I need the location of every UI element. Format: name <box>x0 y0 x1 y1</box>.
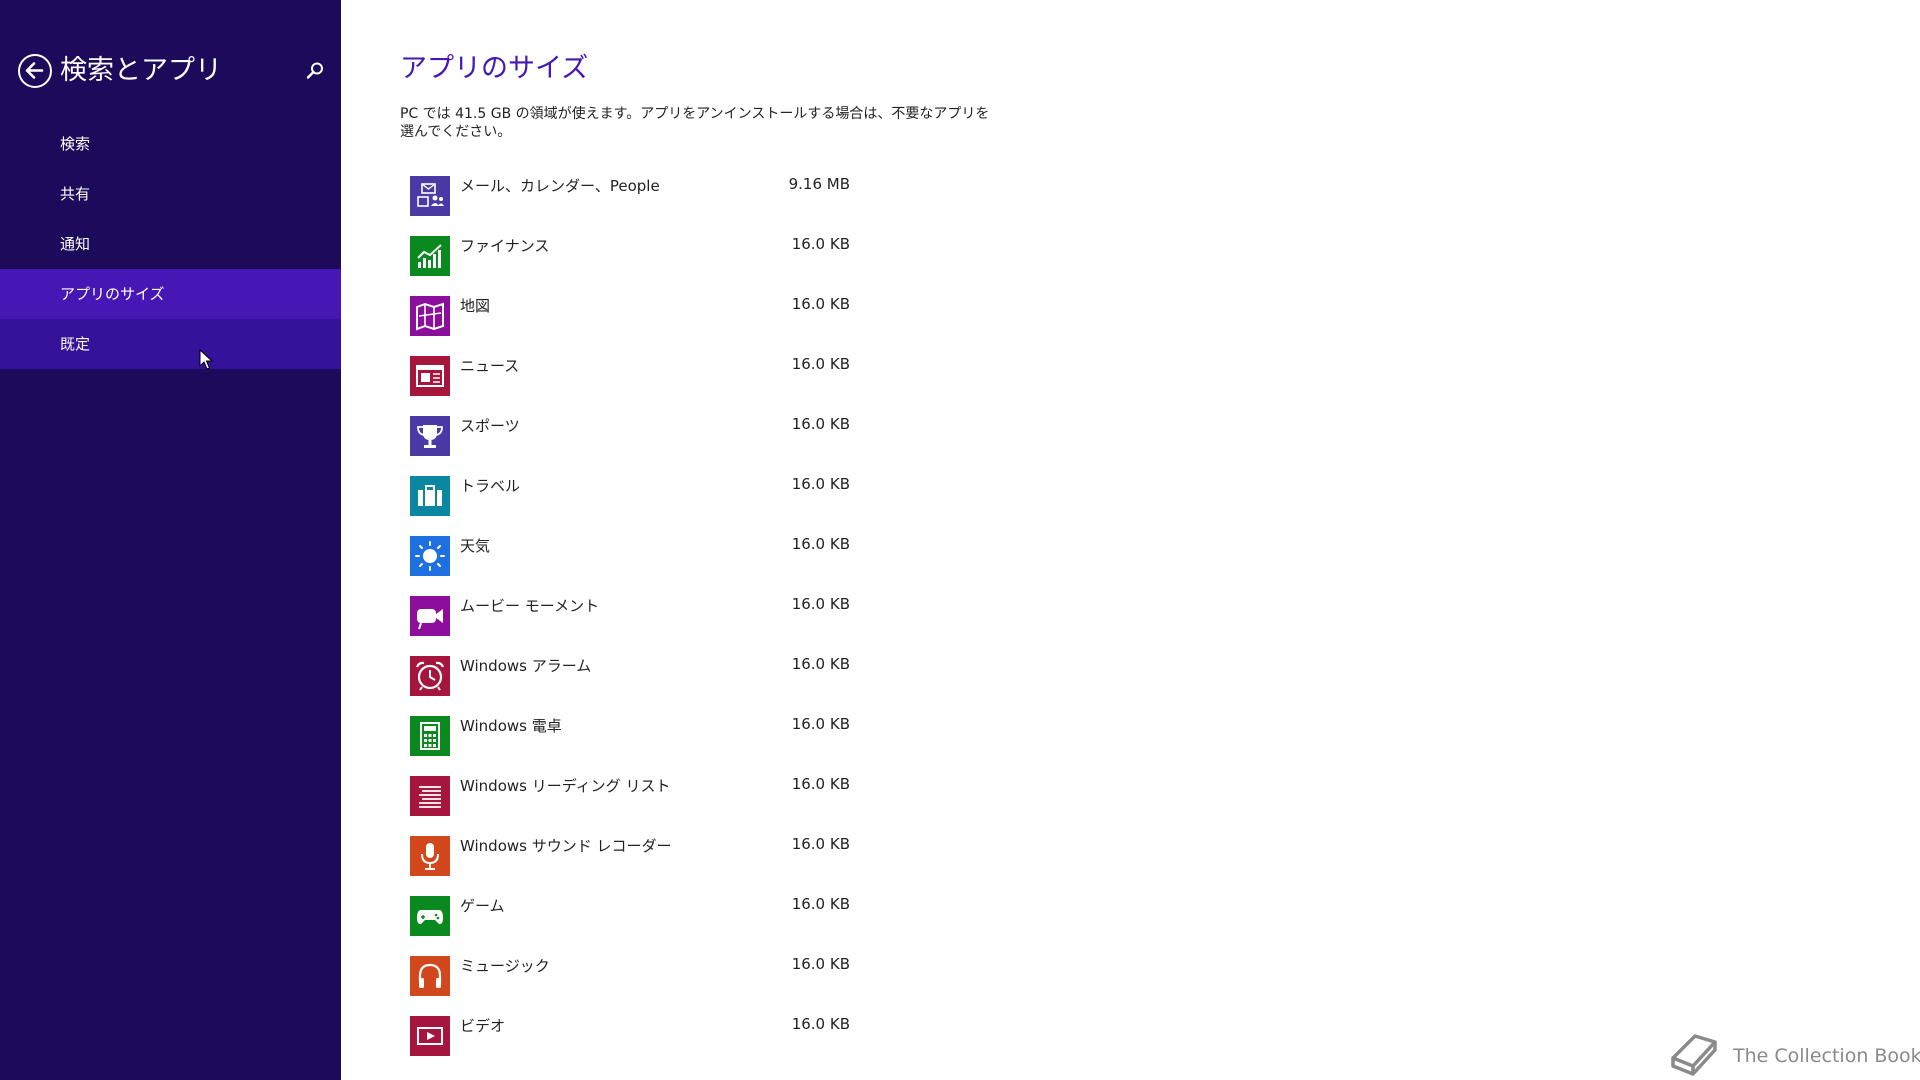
calculator-icon <box>410 716 450 756</box>
app-name: ムービー モーメント <box>460 597 600 615</box>
app-name: Windows サウンド レコーダー <box>460 837 672 855</box>
search-button[interactable] <box>304 60 326 82</box>
search-icon <box>306 62 323 79</box>
app-size: 16.0 KB <box>791 475 850 493</box>
sun-icon <box>410 536 450 576</box>
game-controller-icon <box>410 896 450 936</box>
page-title: アプリのサイズ <box>400 53 589 84</box>
app-name: スポーツ <box>460 417 520 435</box>
app-name: メール、カレンダー、People <box>460 177 660 195</box>
storage-description: PC では 41.5 GB の領域が使えます。アプリをアンインストールする場合は… <box>400 106 990 140</box>
app-size: 16.0 KB <box>791 595 850 613</box>
book-icon <box>1671 1034 1717 1076</box>
sidebar-item-defaults[interactable]: 既定 <box>0 319 341 369</box>
map-icon <box>410 296 450 336</box>
app-row[interactable]: Windows リーディング リスト 16.0 KB <box>410 772 850 832</box>
app-name: ゲーム <box>460 897 505 915</box>
app-row[interactable]: ムービー モーメント 16.0 KB <box>410 592 850 652</box>
app-row[interactable]: 地図 16.0 KB <box>410 292 850 352</box>
video-icon <box>410 1016 450 1056</box>
app-name: ビデオ <box>460 1017 506 1035</box>
app-name: トラベル <box>460 477 521 495</box>
app-size: 16.0 KB <box>791 895 850 913</box>
app-row[interactable]: Windows サウンド レコーダー 16.0 KB <box>410 832 850 892</box>
app-row[interactable]: ニュース 16.0 KB <box>410 352 850 412</box>
mouse-pointer-icon <box>199 349 213 370</box>
app-size: 16.0 KB <box>791 295 850 313</box>
sidebar-item-search[interactable]: 検索 <box>0 119 341 169</box>
app-size: 16.0 KB <box>791 955 850 973</box>
suitcase-icon <box>410 476 450 516</box>
app-row[interactable]: ミュージック 16.0 KB <box>410 952 850 1012</box>
settings-sidebar: 検索とアプリ 検索 共有 通知 アプリのサイズ 既定 <box>0 0 341 1080</box>
app-row[interactable]: ゲーム 16.0 KB <box>410 892 850 952</box>
trophy-icon <box>410 416 450 456</box>
back-arrow-icon <box>25 62 44 79</box>
app-row[interactable]: スポーツ 16.0 KB <box>410 412 850 472</box>
app-size: 16.0 KB <box>791 535 850 553</box>
sidebar-nav: 検索 共有 通知 アプリのサイズ 既定 <box>0 119 341 369</box>
app-size: 16.0 KB <box>791 355 850 373</box>
app-row[interactable]: 天気 16.0 KB <box>410 532 850 592</box>
mail-people-icon <box>410 176 450 216</box>
back-button[interactable] <box>18 54 52 88</box>
app-name: ミュージック <box>460 957 550 975</box>
app-name: Windows 電卓 <box>460 717 562 735</box>
app-row[interactable]: ファイナンス 16.0 KB <box>410 232 850 292</box>
app-size: 16.0 KB <box>791 775 850 793</box>
app-list: メール、カレンダー、People 9.16 MB ファイナンス 16.0 KB <box>410 172 850 1072</box>
sidebar-item-app-sizes[interactable]: アプリのサイズ <box>0 269 341 319</box>
app-size: 16.0 KB <box>791 1015 850 1033</box>
sidebar-title: 検索とアプリ <box>60 55 222 86</box>
app-name: ファイナンス <box>460 237 550 255</box>
headphones-icon <box>410 956 450 996</box>
alarm-clock-icon <box>410 656 450 696</box>
finance-chart-icon <box>410 236 450 276</box>
app-name: Windows リーディング リスト <box>460 777 671 795</box>
microphone-icon <box>410 836 450 876</box>
app-size: 16.0 KB <box>791 835 850 853</box>
video-camera-icon <box>410 596 450 636</box>
app-name: 地図 <box>460 297 491 315</box>
sidebar-header: 検索とアプリ <box>18 52 328 92</box>
app-size: 16.0 KB <box>791 655 850 673</box>
app-size: 9.16 MB <box>788 175 850 193</box>
app-size: 16.0 KB <box>791 415 850 433</box>
app-name: 天気 <box>460 537 491 555</box>
app-size: 16.0 KB <box>791 235 850 253</box>
app-row[interactable]: ビデオ 16.0 KB <box>410 1012 850 1072</box>
app-name: Windows アラーム <box>460 657 592 675</box>
reading-list-icon <box>410 776 450 816</box>
watermark: The Collection Book <box>1665 1028 1920 1076</box>
app-row[interactable]: トラベル 16.0 KB <box>410 472 850 532</box>
app-size: 16.0 KB <box>791 715 850 733</box>
app-row[interactable]: Windows 電卓 16.0 KB <box>410 712 850 772</box>
app-row[interactable]: Windows アラーム 16.0 KB <box>410 652 850 712</box>
sidebar-item-notifications[interactable]: 通知 <box>0 219 341 269</box>
watermark-text: The Collection Book <box>1733 1045 1920 1067</box>
news-icon <box>410 356 450 396</box>
app-row[interactable]: メール、カレンダー、People 9.16 MB <box>410 172 850 232</box>
app-name: ニュース <box>460 357 520 375</box>
sidebar-item-share[interactable]: 共有 <box>0 169 341 219</box>
